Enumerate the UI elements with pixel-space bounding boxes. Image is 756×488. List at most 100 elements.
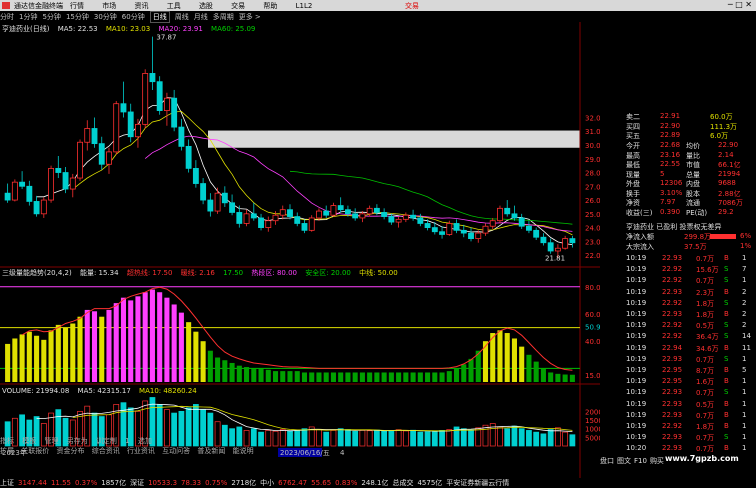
inflow-bar — [710, 234, 736, 239]
quote-value: 9688 — [718, 179, 736, 187]
quote-value: 22.90 — [660, 121, 681, 130]
energy-bar — [410, 372, 416, 382]
period-tab[interactable]: 5分钟 — [42, 12, 60, 22]
period-tab[interactable]: 30分钟 — [94, 12, 117, 22]
bottom-tab[interactable]: 指标 — [0, 437, 14, 445]
candle — [200, 178, 207, 205]
quote-label: 今开 — [626, 142, 640, 150]
indicator-item: 热段区: 80.00 — [251, 269, 297, 277]
energy-bar — [374, 372, 380, 382]
energy-bar — [497, 330, 503, 382]
period-tab[interactable]: 多周期 — [213, 12, 234, 22]
tick-cell: 1 — [742, 276, 747, 285]
candle — [149, 36, 156, 90]
maximize-icon[interactable]: □ — [735, 0, 743, 9]
indicator-tick: 15.00 — [585, 372, 600, 380]
energy-bar — [482, 341, 489, 382]
low-label: 21.81 — [545, 255, 565, 263]
tick-cell: 22.95 — [662, 377, 683, 386]
side-tab[interactable]: 图文 — [617, 457, 631, 465]
tick-cell: 11 — [742, 343, 751, 352]
period-tab[interactable]: 更多 > — [239, 12, 261, 22]
bottom-tab[interactable]: 模板 — [22, 437, 36, 445]
menu-item[interactable]: 行情 — [70, 2, 84, 10]
tick-cell: 7 — [742, 265, 747, 274]
menu-item[interactable]: 市场 — [102, 2, 116, 10]
menu-item[interactable]: 选股 — [199, 2, 213, 10]
index-name[interactable]: 深证 — [130, 479, 144, 487]
block-inflow-row: 大宗流入 37.5万 1% — [600, 242, 756, 251]
energy-bar — [171, 304, 177, 382]
tick-cell: 22.93 — [662, 254, 683, 262]
tick-cell: 1 — [742, 410, 747, 419]
minimize-icon[interactable]: ─ — [728, 0, 733, 9]
quote-label: 最高 — [626, 151, 640, 160]
tick-cell: B — [724, 343, 729, 352]
energy-bar — [157, 292, 163, 382]
energy-bar — [330, 372, 336, 382]
menu-item[interactable]: 工具 — [167, 2, 181, 10]
period-tab[interactable]: 60分钟 — [122, 12, 145, 22]
info-tab[interactable]: 能说明 — [233, 447, 254, 455]
tick-row: 10:19 22.95 8.7万 B 5 — [600, 366, 756, 375]
index-name[interactable]: 中小 — [260, 479, 274, 487]
ma20-line — [144, 135, 573, 232]
kline-chart[interactable]: 37.87 31.05 - 29.80 21.81 32.00 31.00 30.00 29… — [0, 22, 600, 478]
period-tab[interactable]: 15分钟 — [66, 12, 89, 22]
menu-item[interactable]: L1L2 — [296, 2, 313, 10]
tick-cell: 2 — [742, 298, 747, 307]
quote-label: 收益(三) — [626, 208, 653, 217]
candle — [308, 215, 315, 232]
bottom-tab[interactable]: 另存为 — [67, 437, 88, 445]
quote-value: 7.97 — [660, 198, 676, 206]
period-tab[interactable]: 月线 — [194, 12, 208, 22]
close-icon[interactable]: ✕ — [745, 0, 752, 9]
candle — [337, 197, 344, 213]
energy-bar — [540, 368, 546, 382]
info-tab[interactable]: 关联报价 — [21, 447, 49, 455]
quote-label: 净资 — [626, 199, 640, 207]
quote-row: 卖二 22.91 60.0万 — [600, 112, 756, 121]
bottom-tab[interactable]: 1 — [125, 437, 129, 445]
ma20-label: MA20: 23.91 — [158, 25, 203, 33]
info-tab[interactable]: 综合资讯 — [92, 447, 120, 455]
index-change: 55.65 — [311, 479, 332, 487]
bottom-tab[interactable]: 管理 — [44, 437, 58, 445]
index-name[interactable]: 上证 — [0, 479, 14, 487]
menu-item[interactable]: 帮助 — [263, 2, 277, 10]
tick-cell: 10:19 — [626, 377, 647, 386]
side-tab[interactable]: 盘口 — [600, 457, 614, 465]
info-tab[interactable]: 互动问答 — [162, 447, 190, 455]
candle — [113, 100, 120, 155]
info-tab[interactable]: 普及新闻 — [197, 447, 225, 455]
quote-label: 卖二 — [626, 113, 640, 121]
energy-bar — [186, 322, 192, 382]
tick-cell: B — [724, 399, 729, 408]
indicator-name[interactable]: 三级量能趋势(20,4,2) — [2, 269, 72, 277]
period-tab[interactable]: 周线 — [175, 12, 189, 22]
menu-item[interactable]: 交易 — [231, 2, 245, 10]
tick-cell: 10:19 — [626, 332, 647, 341]
tick-cell: 22.92 — [662, 422, 683, 430]
period-tab[interactable]: 分时 — [0, 12, 14, 22]
bottom-tab[interactable]: 训定制 — [96, 437, 117, 445]
info-tab[interactable]: 行业资讯 — [127, 447, 155, 455]
info-tab[interactable]: 资金分布 — [56, 447, 84, 455]
candle — [526, 220, 532, 234]
side-tab[interactable]: 购买 — [650, 457, 664, 465]
menu-item[interactable]: 资讯 — [134, 2, 148, 10]
bottom-tab[interactable]: 选加 — [138, 437, 152, 445]
energy-bar — [555, 373, 561, 382]
quote-label: 换手 — [626, 189, 640, 198]
volume-label: VOLUME: 21994.08 — [2, 387, 70, 395]
quote-value: 21994 — [718, 169, 741, 178]
side-tab[interactable]: F10 — [634, 457, 647, 465]
flow-label: 净流入额 — [626, 233, 654, 241]
info-tab[interactable]: 扩展 — [0, 447, 14, 455]
flow-pct: 1% — [740, 242, 752, 250]
stock-tags[interactable]: 亨迪药业 已盈利 投票权无差异 — [626, 222, 756, 231]
quote-row: 外盘 12306 内盘 9688 — [600, 179, 756, 188]
trade-button[interactable]: 交易 — [405, 1, 419, 11]
period-tab[interactable]: 1分钟 — [19, 12, 37, 22]
tick-cell: 10:19 — [626, 265, 647, 274]
